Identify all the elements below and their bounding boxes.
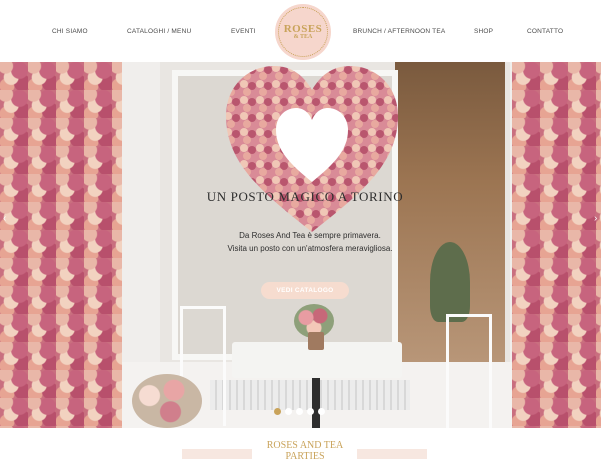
- section-title-line1: ROSES AND TEA: [266, 440, 344, 451]
- hero-description: Da Roses And Tea è sempre primavera. Vis…: [175, 229, 445, 255]
- site-header: CHI SIAMO CATALOGHI / MENU EVENTI ROSES …: [0, 0, 601, 62]
- nav-shop[interactable]: SHOP: [474, 28, 493, 35]
- section-title-line2: PARTIES: [285, 451, 325, 459]
- flower-wall-right: [512, 62, 601, 428]
- chevron-right-icon[interactable]: ›: [594, 212, 600, 226]
- slider-dot-2[interactable]: [285, 408, 292, 415]
- slider-dot-3[interactable]: [296, 408, 303, 415]
- hero-slider: UN POSTO MAGICO A TORINO Da Roses And Te…: [0, 62, 601, 428]
- slider-pagination: [274, 408, 325, 416]
- section-title: ROSES AND TEA PARTIES: [240, 440, 370, 459]
- nav-cataloghi-menu[interactable]: CATALOGHI / MENU: [127, 28, 191, 35]
- nav-eventi[interactable]: EVENTI: [231, 28, 256, 35]
- chair-right-image: [446, 314, 492, 428]
- rose-heart-image: [226, 66, 398, 232]
- parties-section: ROSES AND TEA PARTIES: [0, 428, 601, 459]
- bouquet-foreground-image: [132, 374, 202, 428]
- slider-dot-1[interactable]: [274, 408, 281, 415]
- nav-brunch-afternoon-tea[interactable]: BRUNCH / AFTERNOON TEA: [353, 28, 445, 35]
- table-leg-image: [312, 378, 320, 428]
- slider-dot-5[interactable]: [318, 408, 325, 415]
- site-logo[interactable]: ROSES & TEA: [275, 4, 331, 60]
- vase-image: [308, 332, 324, 350]
- nav-chi-siamo[interactable]: CHI SIAMO: [52, 28, 88, 35]
- hero-title: UN POSTO MAGICO A TORINO: [206, 189, 404, 204]
- flower-wall-left: [0, 62, 122, 428]
- hero-description-line2: Visita un posto con un'atmosfera meravig…: [227, 244, 393, 253]
- radiator-image: [210, 380, 410, 410]
- slider-dot-4[interactable]: [307, 408, 314, 415]
- hero-description-line1: Da Roses And Tea è sempre primavera.: [239, 231, 381, 240]
- nav-contatto[interactable]: CONTATTO: [527, 28, 563, 35]
- logo-ring: [278, 7, 328, 57]
- vedi-catalogo-button[interactable]: VEDI CATALOGO: [261, 282, 349, 299]
- chevron-left-icon[interactable]: ‹: [3, 212, 9, 226]
